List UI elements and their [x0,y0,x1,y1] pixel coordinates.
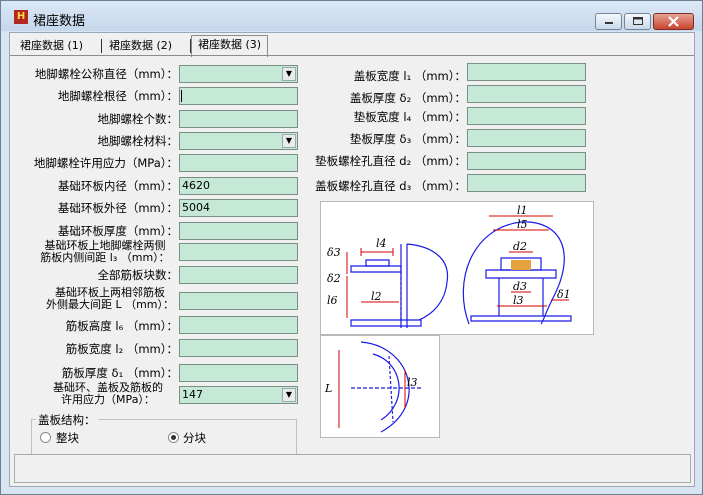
radio-whole-piece[interactable] [40,432,51,443]
window-title: 裙座数据 [33,14,86,29]
base-ring-outer-diameter-value: 5004 [182,201,210,214]
app-window: H 裙座数据 裙座数据 (1) 裙座数据 (2) 裙座数据 (3) 地脚螺栓公称… [0,0,703,495]
allowable-stress-label-line1: 基础环、盖板及筋板的 [53,381,163,394]
bolt-root-diameter-field[interactable] [179,87,298,105]
diagram-label-delta3: δ3 [327,246,341,259]
rib-width-field[interactable] [179,339,298,357]
allowable-stress-value: 147 [182,388,203,401]
rib-height-label: 筋板高度 l₆ （mm）： [65,319,178,333]
diagram-label-d3: d3 [513,280,527,293]
bolt-allowable-stress-label: 地脚螺栓许用应力（MPa）： [33,156,178,170]
app-logo-icon: H [14,10,28,24]
rib-thickness-field[interactable] [179,364,298,382]
diagram-label-l3: l3 [513,294,524,307]
diagram-label-l6: l6 [327,294,338,307]
total-rib-count-label: 全部筋板块数： [97,268,179,282]
diagram-label-l2: l2 [371,290,382,303]
base-ring-thickness-label: 基础环板厚度（mm）： [57,224,178,238]
diagram-label-l1: l1 [517,204,528,217]
bolt-seat-drawing: l4 δ3 δ2 l6 l2 l1 l5 d2 d3 l3 δ1 [327,204,572,328]
chevron-down-icon[interactable]: ▼ [282,134,296,148]
total-rib-count-field[interactable] [179,266,298,284]
cover-width-label: 盖板宽度 l₁ （mm）： [353,69,466,83]
rib-outer-spacing-label-line1: 基础环板上两相邻筋板 [55,286,165,299]
bolt-allowable-stress-field[interactable] [179,154,298,172]
bolt-material-select[interactable]: ▼ [179,132,298,150]
allowable-stress-select[interactable]: 147 ▼ [179,386,298,404]
base-ring-inner-diameter-label: 基础环板内径（mm）： [57,179,178,193]
cover-thickness-field[interactable] [467,85,586,103]
pad-width-field[interactable] [467,107,586,125]
diagram-label-l5: l5 [517,218,528,231]
close-button[interactable] [653,13,694,30]
close-icon [668,16,679,27]
rib-height-field[interactable] [179,316,298,334]
tab-bed-data-2[interactable]: 裙座数据 (2) [103,37,178,55]
allowable-stress-label-line2: 许用应力（MPa）： [61,393,155,406]
minimize-button[interactable] [595,13,622,30]
rib-plan-drawing: L l3 [324,341,421,433]
text-caret [181,90,182,102]
base-ring-outer-diameter-field[interactable]: 5004 [179,199,298,217]
pad-width-label: 垫板宽度 l₄ （mm）： [353,110,466,124]
tab-bed-data-1[interactable]: 裙座数据 (1) [14,37,89,55]
rib-outer-spacing-label-line2: 外侧最大间距 L （mm）： [45,298,175,311]
maximize-button[interactable] [624,13,651,30]
rib-inner-spacing-label-line2: 筋板内侧间距 l₃ （mm）： [40,251,170,264]
client-area: 裙座数据 (1) 裙座数据 (2) 裙座数据 (3) 地脚螺栓公称直径（mm）：… [9,32,695,487]
tab-divider [101,39,102,53]
radio-whole-piece-label[interactable]: 整块 [56,430,79,446]
bolt-seat-section-diagram: l4 δ3 δ2 l6 l2 l1 l5 d2 d3 l3 δ1 [320,201,594,335]
tab-bed-data-3[interactable]: 裙座数据 (3) [191,35,269,57]
pad-hole-diameter-field[interactable] [467,152,586,170]
base-ring-inner-diameter-field[interactable]: 4620 [179,177,298,195]
cover-width-field[interactable] [467,63,586,81]
rib-thickness-label: 筋板厚度 δ₁ （mm）： [61,366,178,380]
rib-plan-diagram: L l3 [320,335,440,438]
bolt-nominal-diameter-label: 地脚螺栓公称直径（mm）： [34,67,178,81]
base-ring-outer-diameter-label: 基础环板外径（mm）： [57,201,178,215]
diagram-label-l3-plan: l3 [407,376,418,389]
status-bar [14,454,691,483]
rib-outer-spacing-field[interactable] [179,292,298,310]
radio-split-piece[interactable] [168,432,179,443]
chevron-down-icon[interactable]: ▼ [282,388,296,402]
diagram-label-delta1: δ1 [557,288,571,301]
rib-width-label: 筋板宽度 l₂ （mm）： [65,342,178,356]
cover-structure-label: 盖板结构： [36,412,98,428]
pad-thickness-label: 垫板厚度 δ₃ （mm）： [349,132,466,146]
maximize-icon [633,17,643,25]
radio-split-piece-label[interactable]: 分块 [183,430,206,446]
cover-thickness-label: 盖板厚度 δ₂ （mm）： [349,91,466,105]
rib-inner-spacing-label-line1: 基础环板上地脚螺栓两侧 [44,239,166,252]
cover-hole-diameter-field[interactable] [467,174,586,192]
base-ring-thickness-field[interactable] [179,222,298,240]
bolt-root-diameter-label: 地脚螺栓根径（mm）： [57,89,178,103]
pad-thickness-field[interactable] [467,129,586,147]
bolt-count-label: 地脚螺栓个数： [97,112,179,126]
bolt-material-label: 地脚螺栓材料： [97,134,179,148]
diagram-label-d2: d2 [513,240,527,253]
title-bar: H 裙座数据 [1,1,702,31]
base-ring-inner-diameter-value: 4620 [182,179,210,192]
diagram-label-l4: l4 [376,237,387,250]
minimize-icon [605,22,613,24]
bolt-nominal-diameter-select[interactable]: ▼ [179,65,298,83]
pad-hole-diameter-label: 垫板螺栓孔直径 d₂ （mm）： [315,154,466,168]
diagram-label-L: L [324,382,332,395]
rib-inner-spacing-field[interactable] [179,243,298,261]
chevron-down-icon[interactable]: ▼ [282,67,296,81]
cover-hole-diameter-label: 盖板螺栓孔直径 d₃ （mm）： [315,179,466,193]
diagram-label-delta2: δ2 [327,272,341,285]
bolt-count-field[interactable] [179,110,298,128]
